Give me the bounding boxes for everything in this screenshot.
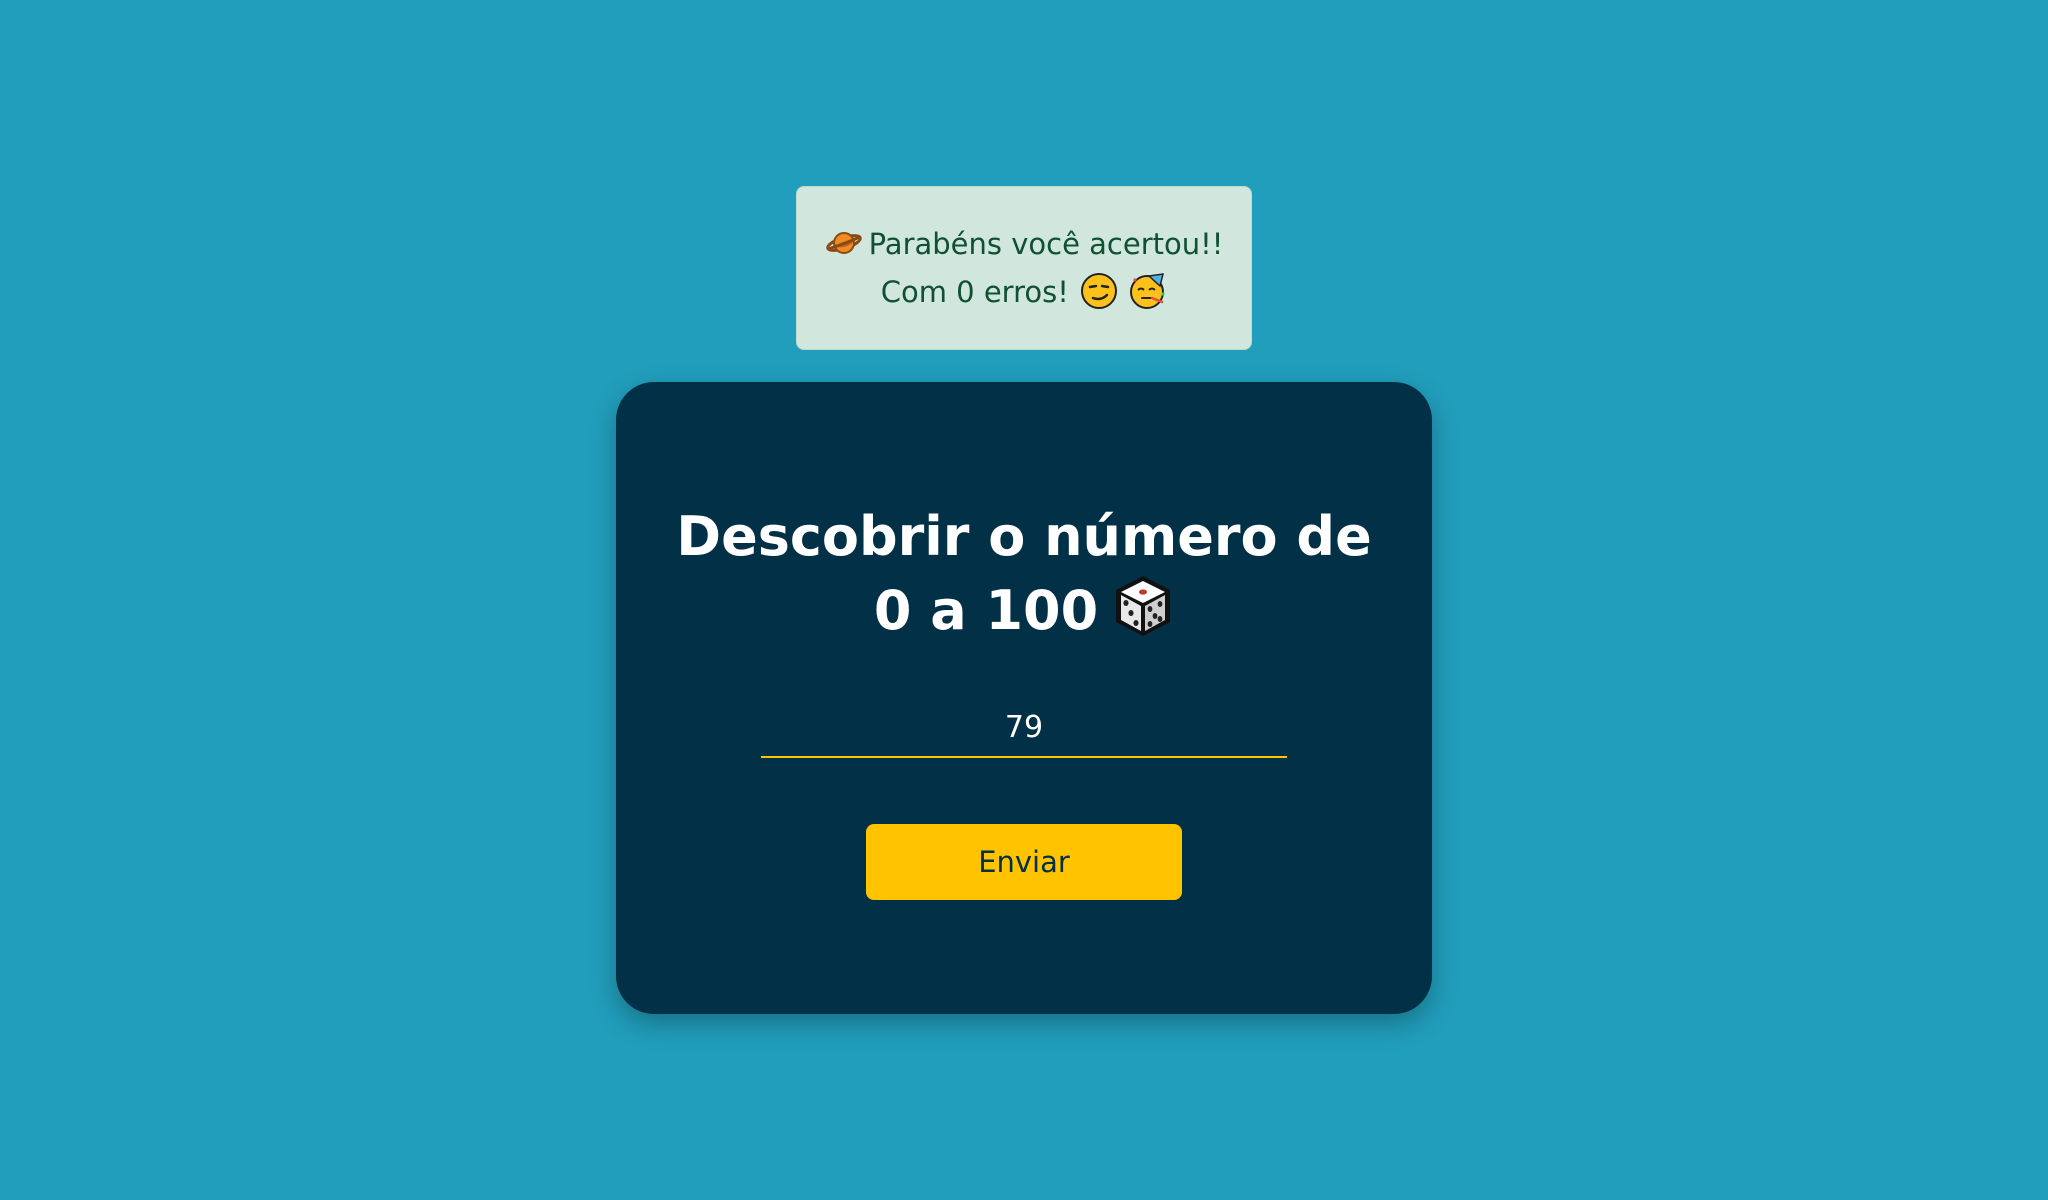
success-title-text: Parabéns você acertou!! (868, 227, 1224, 261)
partying-face-icon (1129, 272, 1167, 310)
send-button[interactable]: Enviar (866, 824, 1182, 900)
title-line1: Descobrir o número de (676, 505, 1372, 568)
success-message-line1: Parabéns você acertou!! (797, 220, 1251, 268)
error-count-text: Com 0 erros! (880, 275, 1069, 309)
title-range-text: 0 a 100 (873, 579, 1099, 642)
dice-icon (1112, 573, 1174, 639)
success-message-line2: Com 0 erros! (797, 268, 1251, 316)
success-alert: Parabéns você acertou!! Com 0 erros! (796, 186, 1252, 350)
game-card: Descobrir o número de 0 a 100 79 Enviar (616, 382, 1432, 1014)
page-title: Descobrir o número de 0 a 100 (616, 500, 1432, 648)
guess-input[interactable] (761, 698, 1287, 758)
planet-icon (825, 228, 863, 258)
smirking-face-icon (1080, 272, 1118, 310)
title-line2: 0 a 100 (616, 574, 1432, 648)
